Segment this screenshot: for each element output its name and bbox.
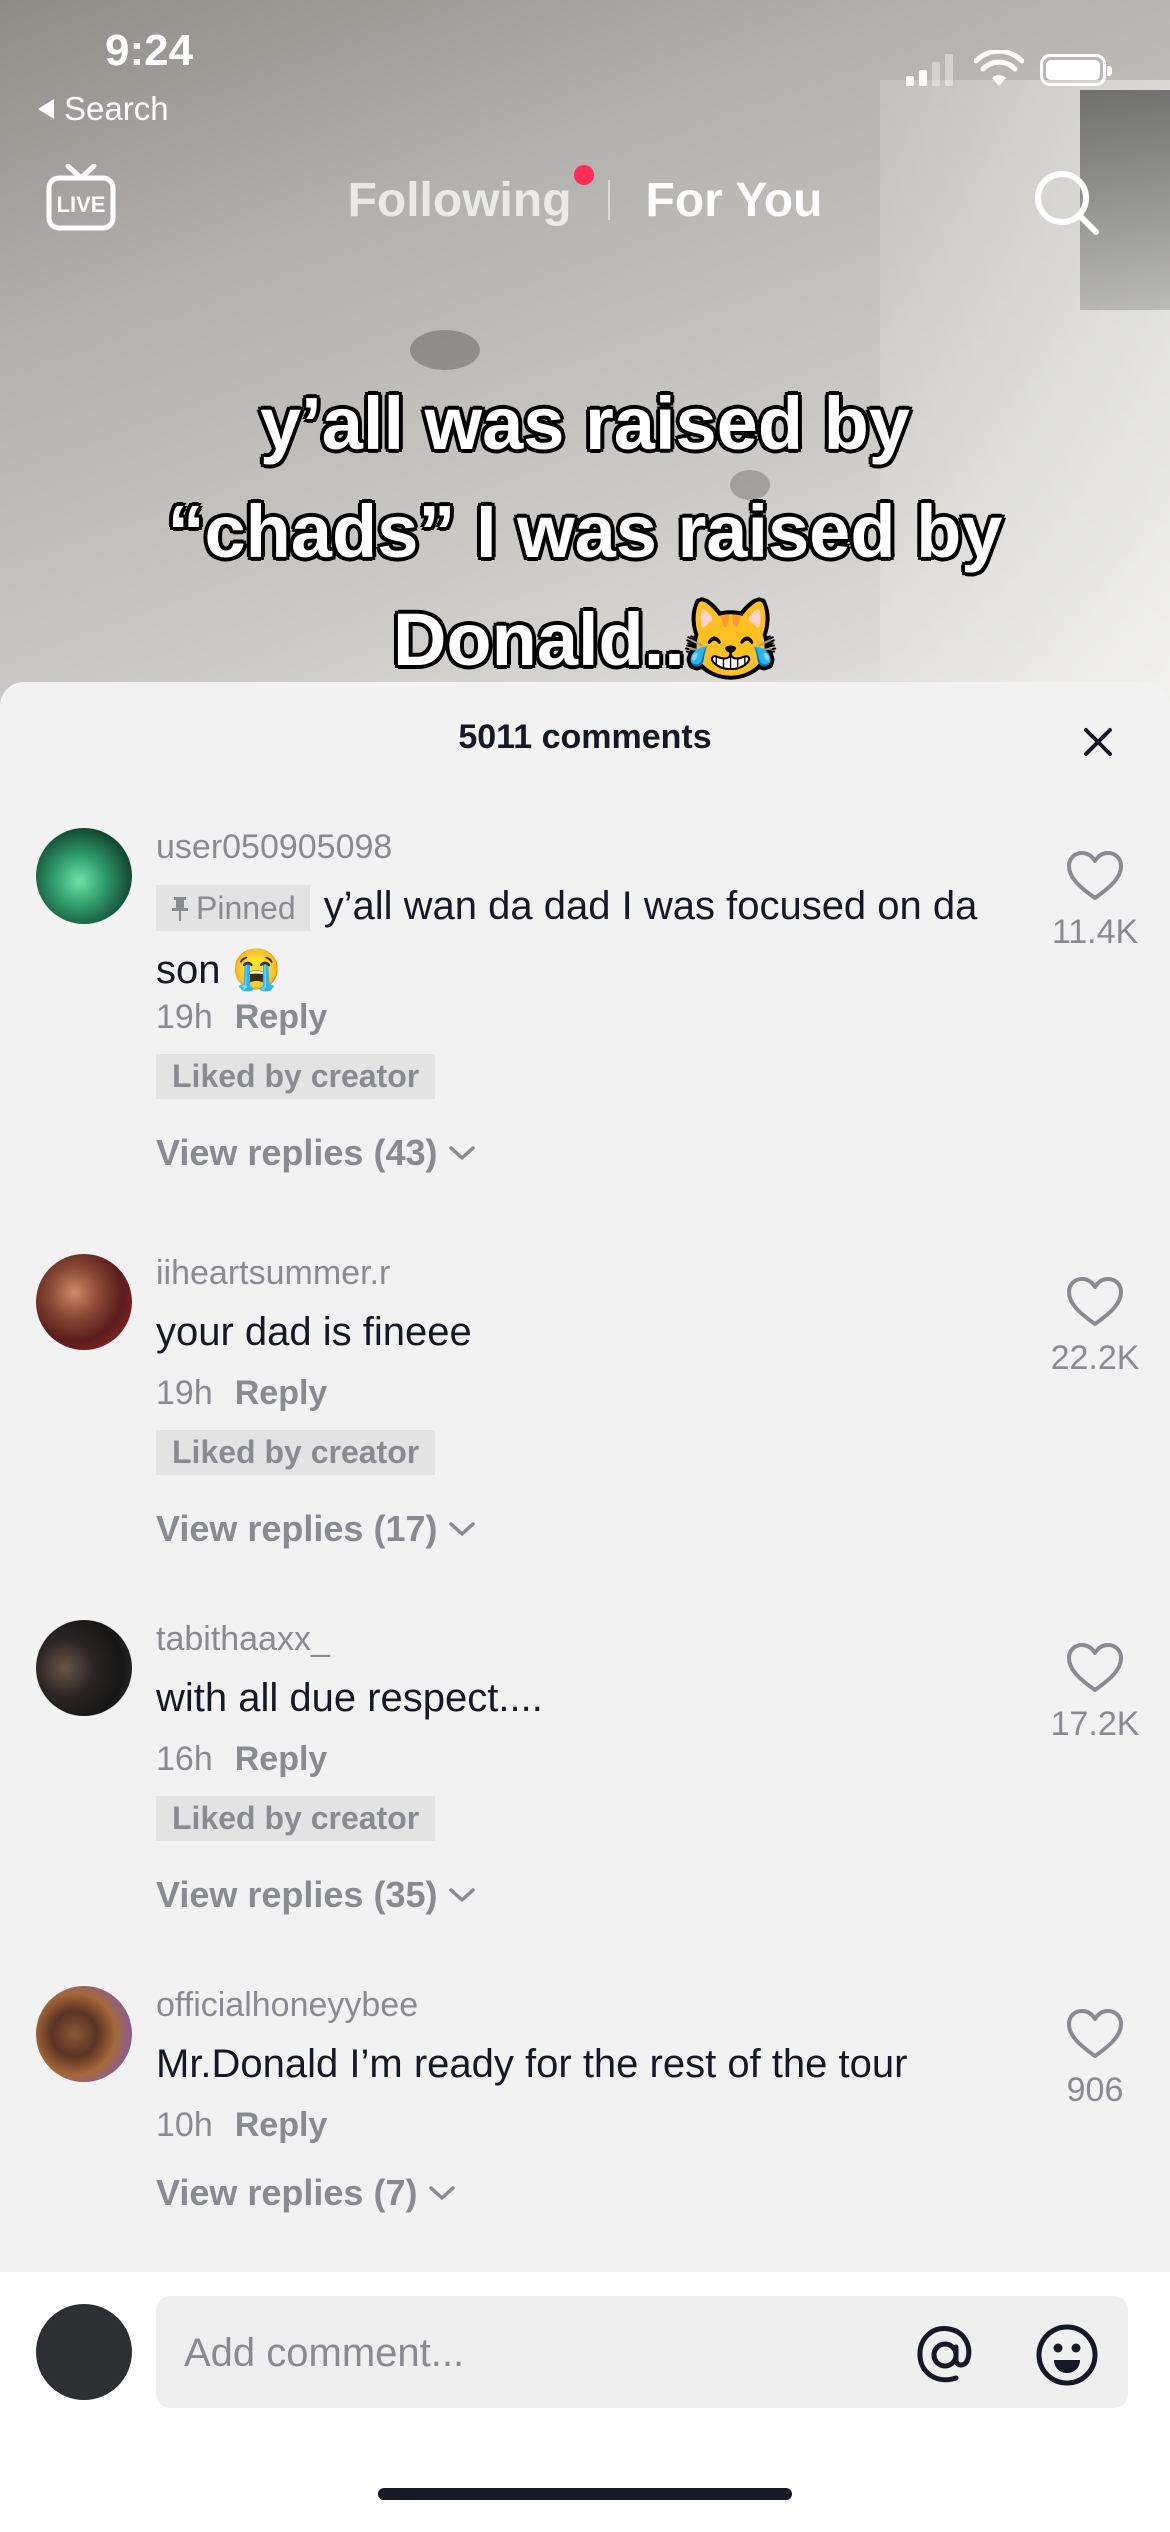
heart-icon xyxy=(1067,1277,1123,1326)
avatar[interactable] xyxy=(36,1254,132,1350)
avatar[interactable] xyxy=(36,1620,132,1716)
chevron-down-icon xyxy=(449,1522,476,1536)
back-arrow-icon xyxy=(38,99,54,119)
comment-username[interactable]: iiheartsummer.r xyxy=(156,1254,390,1293)
pinned-badge: Pinned xyxy=(156,885,310,932)
home-indicator[interactable] xyxy=(378,2488,792,2500)
caption-line: Donald..😹 xyxy=(392,598,778,681)
pinned-label: Pinned xyxy=(196,890,296,927)
cellular-signal-icon xyxy=(906,52,953,86)
emoji-icon[interactable] xyxy=(1034,2322,1100,2388)
reply-button[interactable]: Reply xyxy=(235,1374,328,1412)
top-navigation: LIVE Following For You xyxy=(0,150,1170,250)
comment-body: with all due respect.... xyxy=(156,1676,543,1720)
heart-icon xyxy=(1067,2009,1123,2058)
tab-following[interactable]: Following xyxy=(347,164,594,228)
liked-by-creator-badge: Liked by creator xyxy=(156,1054,436,1099)
comments-count-title: 5011 comments xyxy=(458,718,712,756)
comment-username[interactable]: user050905098 xyxy=(156,828,392,867)
view-replies-button[interactable]: View replies (7) xyxy=(156,2172,457,2214)
tab-separator xyxy=(607,180,610,220)
comment-body: Mr.Donald I’m ready for the rest of the … xyxy=(156,2042,908,2086)
reply-button[interactable]: Reply xyxy=(235,998,328,1036)
caption-line: “chads” I was raised by xyxy=(167,490,1003,573)
back-to-search-link[interactable]: Search xyxy=(38,90,169,128)
view-replies-label: View replies (17) xyxy=(156,1508,438,1549)
view-replies-label: View replies (7) xyxy=(156,2172,418,2213)
chevron-down-icon xyxy=(449,1888,476,1902)
wifi-icon xyxy=(974,50,1024,86)
like-count: 17.2K xyxy=(1050,1705,1140,1743)
comment-username[interactable]: tabithaaxx_ xyxy=(156,1620,330,1659)
view-replies-button[interactable]: View replies (43) xyxy=(156,1132,477,1174)
like-button[interactable]: 906 xyxy=(1030,2008,1160,2110)
reply-button[interactable]: Reply xyxy=(235,2106,328,2144)
liked-by-creator-badge: Liked by creator xyxy=(156,1430,436,1475)
liked-by-creator-badge: Liked by creator xyxy=(156,1796,436,1841)
avatar[interactable] xyxy=(36,828,132,924)
close-icon[interactable] xyxy=(1078,722,1118,762)
comment-text: Pinned y’all wan da dad I was focused on … xyxy=(156,874,986,1002)
comment-meta: 19h Reply xyxy=(156,1374,327,1413)
tab-following-label: Following xyxy=(347,173,572,227)
chevron-down-icon xyxy=(429,2186,456,2200)
video-caption: y’all was raised by “chads” I was raised… xyxy=(0,370,1170,694)
heart-icon xyxy=(1067,851,1123,900)
comment-input[interactable] xyxy=(182,2296,886,2410)
at-icon[interactable] xyxy=(912,2322,978,2388)
comment-time: 10h xyxy=(156,2106,213,2144)
like-count: 906 xyxy=(1066,2071,1124,2109)
comment-time: 19h xyxy=(156,998,213,1036)
chevron-down-icon xyxy=(449,1146,476,1160)
reply-button[interactable]: Reply xyxy=(235,1740,328,1778)
comment-body: your dad is fineee xyxy=(156,1310,472,1354)
caption-line: y’all was raised by xyxy=(260,382,910,465)
comments-sheet: 5011 comments user050905098 Pinned y’all … xyxy=(0,682,1170,2532)
like-count: 11.4K xyxy=(1051,913,1139,951)
status-time: 9:24 xyxy=(105,26,194,75)
like-count: 22.2K xyxy=(1050,1339,1140,1377)
comment-username[interactable]: officialhoneyybee xyxy=(156,1986,418,2025)
tab-for-you-label: For You xyxy=(645,173,823,227)
view-replies-button[interactable]: View replies (35) xyxy=(156,1874,477,1916)
view-replies-label: View replies (35) xyxy=(156,1874,438,1915)
search-icon[interactable] xyxy=(1030,166,1102,238)
like-button[interactable]: 17.2K xyxy=(1030,1642,1160,1744)
my-avatar[interactable] xyxy=(36,2304,132,2400)
pin-icon xyxy=(172,897,188,922)
status-bar: 9:24 Search xyxy=(0,0,1170,130)
comment-meta: 10h Reply xyxy=(156,2106,327,2145)
view-replies-button[interactable]: View replies (17) xyxy=(156,1508,477,1550)
tab-for-you[interactable]: For You xyxy=(646,173,823,228)
comment-time: 19h xyxy=(156,1374,213,1412)
avatar[interactable] xyxy=(36,1986,132,2082)
like-button[interactable]: 11.4K xyxy=(1030,850,1160,952)
view-replies-label: View replies (43) xyxy=(156,1132,438,1173)
comment-meta: 19h Reply xyxy=(156,998,327,1037)
video-ceiling-light xyxy=(410,330,480,370)
back-label: Search xyxy=(64,90,169,127)
comment-meta: 16h Reply xyxy=(156,1740,327,1779)
notification-dot xyxy=(573,164,594,185)
heart-icon xyxy=(1067,1643,1123,1692)
like-button[interactable]: 22.2K xyxy=(1030,1276,1160,1378)
comment-input-container[interactable] xyxy=(156,2296,1128,2410)
comment-time: 16h xyxy=(156,1740,213,1778)
battery-icon xyxy=(1040,54,1112,86)
